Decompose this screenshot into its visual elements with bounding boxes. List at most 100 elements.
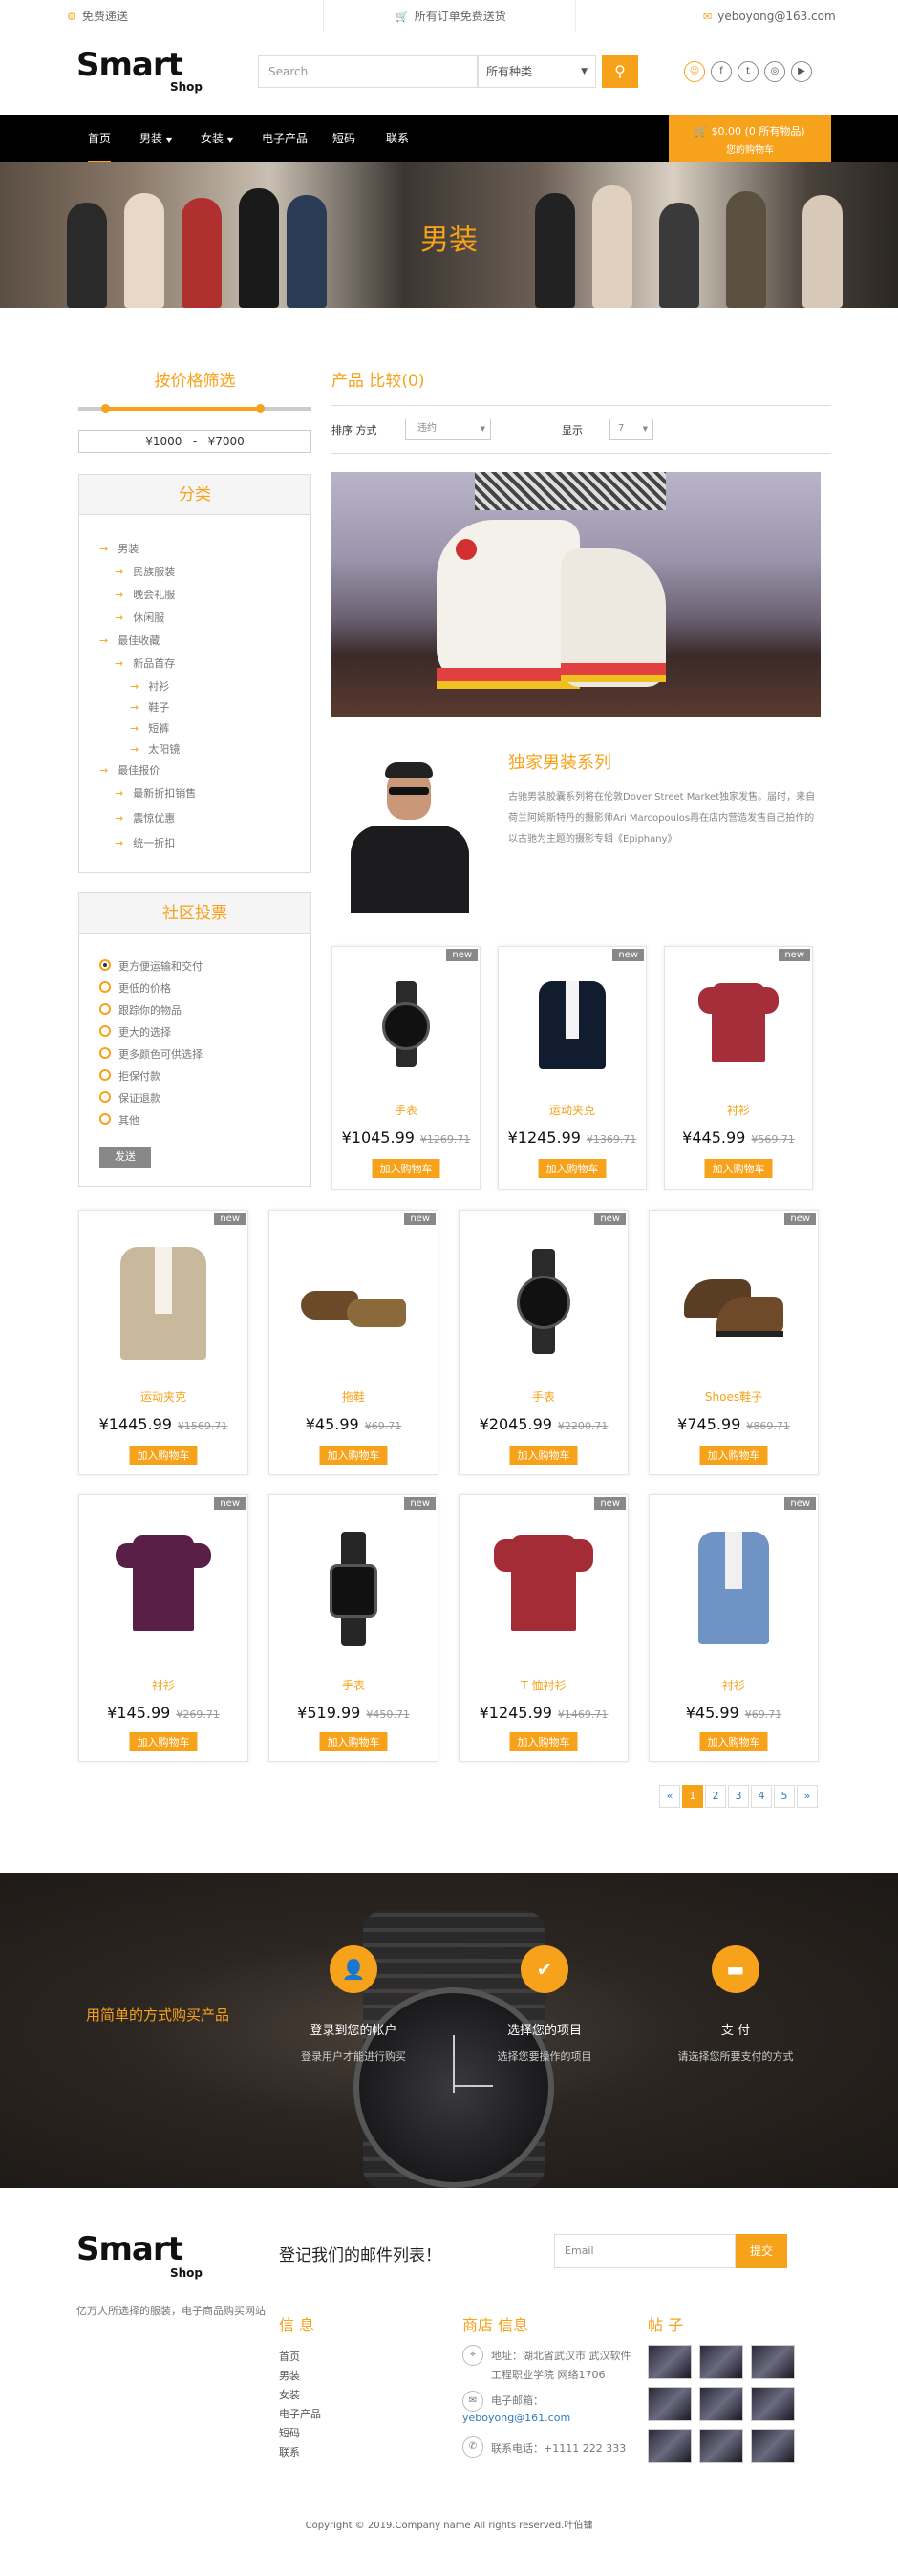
category-item[interactable]: → 最新折扣销售 [115,785,196,801]
pagination-next[interactable]: » [797,1785,818,1808]
product-card[interactable]: new 手表 ¥519.99 ¥450.71 加入购物车 [268,1494,438,1762]
poll-radio[interactable] [99,1003,111,1015]
poll-option[interactable]: 更多颜色可供选择 [118,1046,203,1062]
poll-option[interactable]: 更大的选择 [118,1024,171,1040]
category-item[interactable]: → 太阳镜 [130,741,180,757]
footer-logo[interactable]: Smart [76,2230,183,2268]
nav-item-men[interactable]: 男装 ▼ [139,115,172,162]
add-to-cart-button[interactable]: 加入购物车 [319,1446,388,1465]
product-card[interactable]: new T 恤衬衫 ¥1245.99 ¥1469.71 加入购物车 [459,1494,629,1762]
product-card[interactable]: new 拖鞋 ¥45.99 ¥69.71 加入购物车 [268,1210,438,1475]
compare-title[interactable]: 产品 比较(0) [331,367,424,391]
nav-item-codes[interactable]: 短码 [332,115,355,162]
poll-option[interactable]: 保证退款 [118,1090,160,1106]
category-item[interactable]: → 短裤 [130,720,169,736]
post-thumbnail[interactable] [751,2345,795,2379]
poll-option[interactable]: 更低的价格 [118,980,171,996]
user-icon[interactable]: ☺ [684,61,705,82]
post-thumbnail[interactable] [699,2429,743,2463]
model-image[interactable] [331,749,487,913]
category-item[interactable]: → 新品首存 [115,655,175,671]
post-thumbnail[interactable] [648,2345,692,2379]
nav-item-home[interactable]: 首页 [88,115,112,162]
site-logo[interactable]: Smart [76,46,183,84]
poll-radio[interactable] [99,1025,111,1037]
category-item[interactable]: → 最佳收藏 [99,633,160,648]
pagination-prev[interactable]: « [659,1785,680,1808]
product-card[interactable]: new 运动夹克 ¥1245.99 ¥1369.71 加入购物车 [498,946,647,1190]
poll-radio[interactable] [99,959,111,971]
nav-item-women[interactable]: 女装 ▼ [201,115,233,162]
footer-link[interactable]: 首页 [279,2349,300,2364]
product-card[interactable]: new 衬衫 ¥145.99 ¥269.71 加入购物车 [78,1494,248,1762]
price-slider-max-handle[interactable] [256,404,265,413]
add-to-cart-button[interactable]: 加入购物车 [129,1446,198,1465]
newsletter-submit-button[interactable]: 提交 [736,2234,787,2268]
product-card[interactable]: new 衬衫 ¥445.99 ¥569.71 加入购物车 [664,946,813,1190]
footer-link[interactable]: 女装 [279,2387,300,2402]
add-to-cart-button[interactable]: 加入购物车 [509,1446,578,1465]
category-item[interactable]: → 统一折扣 [115,835,175,850]
pagination-page[interactable]: 1 [682,1785,703,1808]
newsletter-email-input[interactable]: Email [554,2234,736,2268]
post-thumbnail[interactable] [699,2387,743,2421]
product-card[interactable]: new 手表 ¥2045.99 ¥2200.71 加入购物车 [459,1210,629,1475]
add-to-cart-button[interactable]: 加入购物车 [699,1446,768,1465]
store-email[interactable]: yeboyong@161.com [462,2412,570,2424]
pagination-page[interactable]: 2 [705,1785,726,1808]
youtube-icon[interactable]: ▶ [791,61,812,82]
category-select[interactable]: 所有种类 ▼ [478,55,596,88]
post-thumbnail[interactable] [751,2429,795,2463]
category-item[interactable]: → 鞋子 [130,699,169,715]
poll-radio[interactable] [99,1113,111,1125]
add-to-cart-button[interactable]: 加入购物车 [509,1732,578,1751]
post-thumbnail[interactable] [648,2429,692,2463]
product-card[interactable]: new 手表 ¥1045.99 ¥1269.71 加入购物车 [331,946,481,1190]
footer-link[interactable]: 男装 [279,2368,300,2383]
nav-item-contact[interactable]: 联系 [386,115,409,162]
product-card[interactable]: new 衬衫 ¥45.99 ¥69.71 加入购物车 [649,1494,819,1762]
add-to-cart-button[interactable]: 加入购物车 [129,1732,198,1751]
post-thumbnail[interactable] [648,2387,692,2421]
pagination-page[interactable]: 5 [774,1785,795,1808]
poll-option[interactable]: 跟踪你的物品 [118,1002,182,1018]
poll-radio[interactable] [99,1091,111,1103]
twitter-icon[interactable]: t [738,61,759,82]
nav-item-electronics[interactable]: 电子产品 [262,115,308,162]
footer-link[interactable]: 电子产品 [279,2406,321,2421]
category-item[interactable]: → 衬衫 [130,678,169,694]
search-input[interactable]: Search [258,55,478,88]
footer-link[interactable]: 联系 [279,2444,300,2459]
product-card[interactable]: new 运动夹克 ¥1445.99 ¥1569.71 加入购物车 [78,1210,248,1475]
poll-option[interactable]: 更方便运输和交付 [118,958,203,974]
product-card[interactable]: new Shoes鞋子 ¥745.99 ¥869.71 加入购物车 [649,1210,819,1475]
poll-radio[interactable] [99,981,111,993]
poll-radio[interactable] [99,1069,111,1081]
email-info[interactable]: ✉ yeboyong@163.com [703,0,836,32]
poll-option[interactable]: 其他 [118,1112,139,1127]
cart-button[interactable]: 🛒 $0.00 (0 所有物品) 您的购物车 [669,115,831,162]
pagination-page[interactable]: 4 [751,1785,772,1808]
category-item[interactable]: → 最佳报价 [99,762,160,778]
add-to-cart-button[interactable]: 加入购物车 [372,1159,440,1178]
instagram-icon[interactable]: ◎ [764,61,785,82]
category-item[interactable]: → 震惊优惠 [115,810,175,826]
post-thumbnail[interactable] [699,2345,743,2379]
show-select[interactable]: 7 ▼ [609,419,653,440]
search-button[interactable]: ⚲ [602,55,638,88]
poll-submit-button[interactable]: 发送 [99,1147,151,1168]
facebook-icon[interactable]: f [711,61,732,82]
footer-link[interactable]: 短码 [279,2425,300,2440]
add-to-cart-button[interactable]: 加入购物车 [538,1159,607,1178]
sort-select[interactable]: 违约 ▼ [405,419,491,440]
feature-banner-image[interactable] [331,472,821,717]
category-item[interactable]: → 休闲服 [115,610,164,625]
poll-option[interactable]: 拒保付款 [118,1068,160,1084]
pagination-page[interactable]: 3 [728,1785,749,1808]
category-item[interactable]: → 民族服装 [115,564,175,579]
add-to-cart-button[interactable]: 加入购物车 [699,1732,768,1751]
add-to-cart-button[interactable]: 加入购物车 [704,1159,773,1178]
poll-radio[interactable] [99,1047,111,1059]
add-to-cart-button[interactable]: 加入购物车 [319,1732,388,1751]
post-thumbnail[interactable] [751,2387,795,2421]
